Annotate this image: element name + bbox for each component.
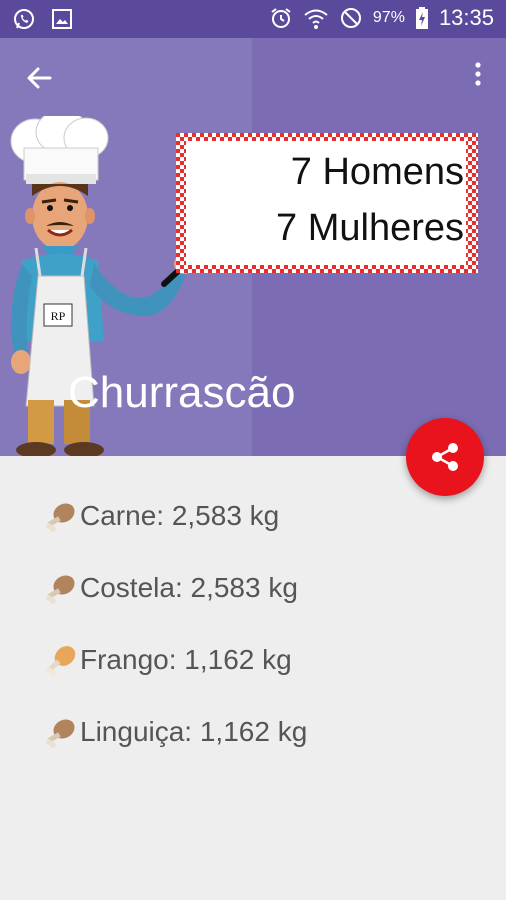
status-bar: 97% 13:35	[0, 0, 506, 38]
chicken-leg-icon	[46, 646, 76, 676]
header-banner: RP 7 Homens 7 Mulheres Churrascão	[0, 38, 506, 456]
back-button[interactable]	[20, 58, 60, 98]
more-vertical-icon	[475, 62, 481, 86]
party-size-sign: 7 Homens 7 Mulheres	[176, 133, 478, 273]
result-item-linguica: Linguiça: 1,162 kg	[44, 696, 307, 768]
result-label: Frango: 1,162 kg	[80, 644, 292, 675]
meat-drumstick-icon	[46, 503, 75, 532]
sign-men-count: 7 Homens	[290, 151, 464, 193]
gallery-icon	[52, 9, 72, 29]
overflow-menu-button[interactable]	[468, 60, 488, 100]
arrow-back-icon	[27, 67, 52, 89]
result-label: Linguiça: 1,162 kg	[80, 716, 308, 747]
result-label: Carne: 2,583 kg	[80, 500, 280, 531]
result-item-frango: Frango: 1,162 kg	[44, 624, 307, 696]
meat-drumstick-icon	[46, 719, 75, 748]
battery-percent: 97%	[372, 9, 405, 26]
alarm-icon	[271, 8, 291, 28]
do-not-disturb-icon	[340, 8, 361, 28]
battery-charging-icon	[415, 7, 428, 29]
share-button[interactable]	[406, 418, 484, 496]
whatsapp-icon	[14, 9, 34, 29]
result-item-costela: Costela: 2,583 kg	[44, 552, 307, 624]
meat-drumstick-icon	[46, 575, 75, 604]
clock: 13:35	[438, 5, 494, 30]
result-item-carne: Carne: 2,583 kg	[44, 480, 307, 552]
apron-label: RP	[51, 309, 66, 323]
page-title: Churrascão	[68, 368, 296, 417]
results-list: Carne: 2,583 kg Costela: 2,583 kg Frango…	[44, 480, 307, 768]
result-label: Costela: 2,583 kg	[80, 572, 298, 603]
share-icon	[432, 443, 458, 471]
wifi-icon	[304, 9, 328, 29]
sign-women-count: 7 Mulheres	[276, 207, 464, 249]
